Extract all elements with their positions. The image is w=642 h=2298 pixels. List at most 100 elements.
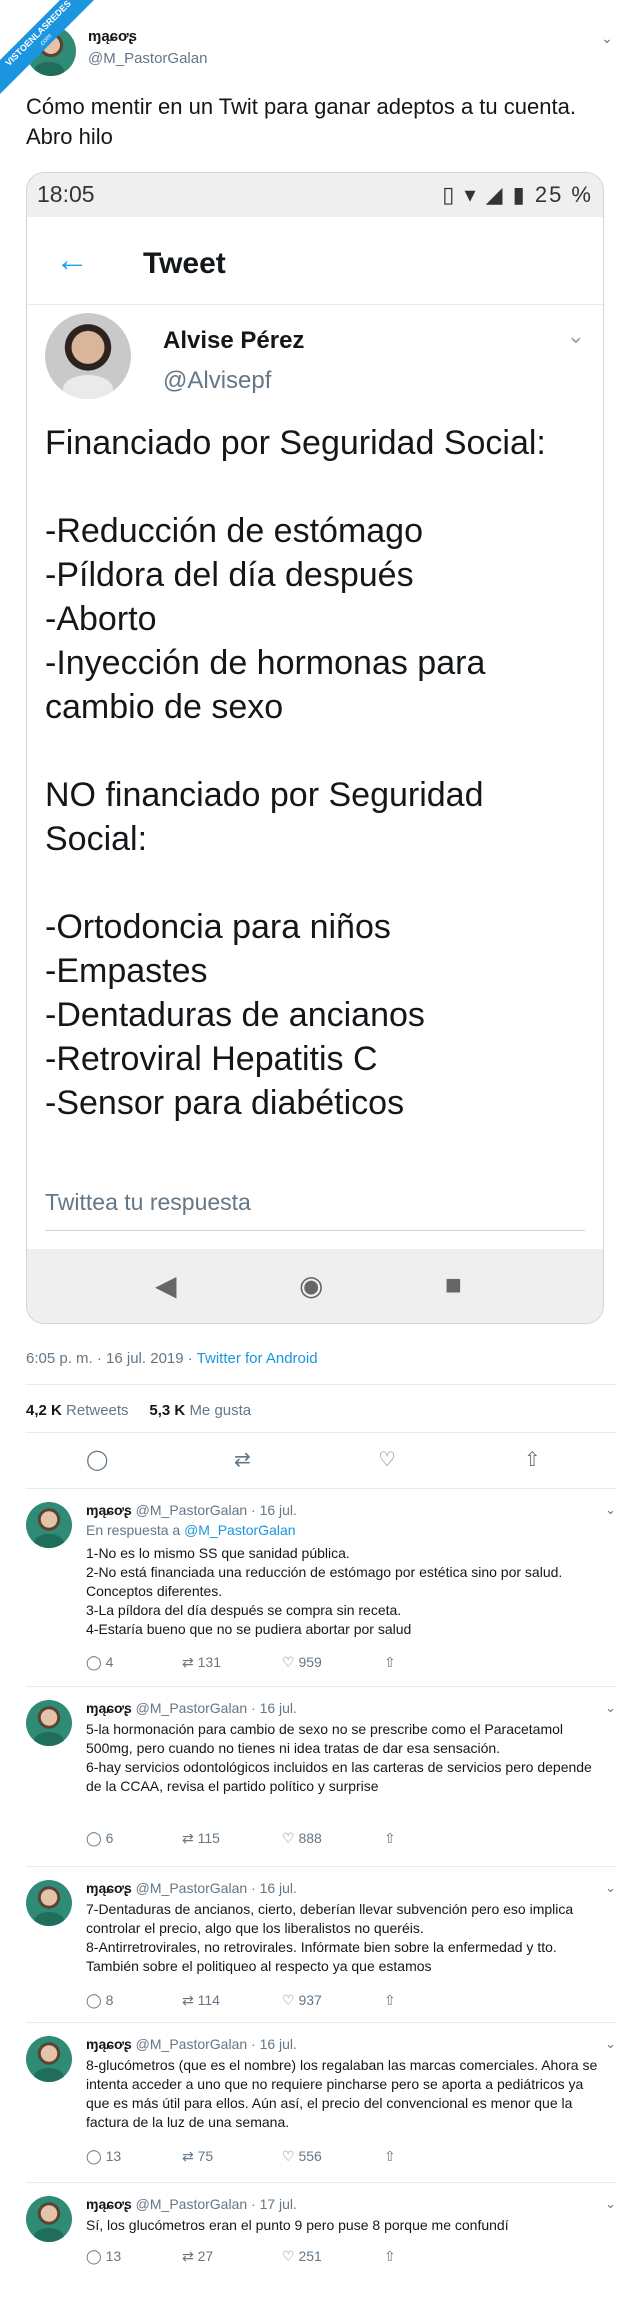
- reply-actions: ◯ 8 ⇄ 114 ♡ 937 ⇧: [86, 1992, 506, 2012]
- tweet-header: ɱąɕơʂ @M_PastorGalan ⌄: [26, 20, 616, 76]
- chevron-down-icon[interactable]: ⌄: [598, 30, 616, 48]
- divider: [26, 1432, 616, 1433]
- body-line: NO financiado por Seguridad: [45, 776, 484, 814]
- heart-icon[interactable]: ♡ 888: [282, 1830, 322, 1847]
- reply-actions: ◯ 6 ⇄ 115 ♡ 888 ⇧: [86, 1830, 506, 1850]
- app-bar-title: Tweet: [143, 247, 226, 280]
- nav-back-icon: ◀: [155, 1270, 177, 1301]
- body-line: [45, 861, 585, 905]
- heart-icon[interactable]: ♡ 959: [282, 1654, 322, 1671]
- retweet-icon[interactable]: ⇄: [234, 1447, 251, 1472]
- nav-home-icon: ◉: [299, 1270, 324, 1301]
- reply-icon[interactable]: ◯ 4: [86, 1654, 113, 1671]
- body-line: -Ortodoncia para niños: [45, 908, 391, 946]
- reply-author[interactable]: ɱąɕơʂ: [86, 1880, 132, 1896]
- chevron-down-icon[interactable]: ⌄: [605, 2196, 616, 2212]
- embedded-screenshot: 18:05 ▯ ▾ ◢ ▮ 25 % ← Tweet Alvise Pérez …: [26, 172, 604, 1324]
- chevron-down-icon[interactable]: ⌄: [605, 1700, 616, 1716]
- reply-header: ɱąɕơʂ @M_PastorGalan · 17 jul.: [86, 2196, 297, 2212]
- chevron-down-icon[interactable]: ⌄: [605, 2036, 616, 2052]
- reply-tweet[interactable]: ɱąɕơʂ @M_PastorGalan · 16 jul. ⌄ 7-Denta…: [26, 1880, 616, 2030]
- reply-text: 8-glucómetros (que es el nombre) los reg…: [86, 2057, 602, 2130]
- timestamp: 6:05 p. m. · 16 jul. 2019 ·: [26, 1350, 197, 1367]
- reply-meta: @M_PastorGalan · 16 jul.: [135, 1502, 297, 1518]
- body-line: -Empastes: [45, 952, 208, 990]
- retweet-icon[interactable]: ⇄ 27: [182, 2248, 213, 2265]
- body-line: -Reducción de estómago: [45, 512, 424, 550]
- body-line: -Retroviral Hepatitis C: [45, 1040, 378, 1078]
- reply-tweet[interactable]: ɱąɕơʂ @M_PastorGalan · 16 jul. ⌄ 5-la ho…: [26, 1700, 616, 1850]
- divider: [26, 1686, 616, 1687]
- chevron-down-icon[interactable]: ⌄: [605, 1502, 616, 1518]
- android-nav-bar: ◀ ◉ ■: [27, 1249, 603, 1323]
- quoted-tweet-body: Financiado por Seguridad Social: -Reducc…: [45, 421, 585, 1125]
- divider: [26, 2182, 616, 2183]
- retweet-icon[interactable]: ⇄ 114: [182, 1992, 220, 2009]
- reply-icon[interactable]: ◯ 6: [86, 1830, 113, 1847]
- quoted-tweet-header: Alvise Pérez @Alvisepf ⌄: [45, 313, 585, 413]
- reply-icon[interactable]: ◯ 13: [86, 2248, 121, 2265]
- status-icons: ▯ ▾ ◢ ▮ 25 %: [442, 182, 593, 207]
- reply-tweet[interactable]: ɱąɕơʂ @M_PastorGalan · 17 jul. ⌄ Sí, los…: [26, 2196, 616, 2276]
- reply-text: Sí, los glucómetros eran el punto 9 pero…: [86, 2217, 509, 2233]
- reply-to: En respuesta a @M_PastorGalan: [86, 1522, 296, 1538]
- quoted-avatar: [45, 313, 131, 399]
- likes-label[interactable]: Me gusta: [189, 1402, 251, 1419]
- reply-tweet[interactable]: ɱąɕơʂ @M_PastorGalan · 16 jul. ⌄ 8-glucó…: [26, 2036, 616, 2166]
- reply-author[interactable]: ɱąɕơʂ: [86, 1502, 132, 1518]
- reply-text: 7-Dentaduras de ancianos, cierto, deberí…: [86, 1901, 574, 1974]
- avatar[interactable]: [26, 1700, 72, 1746]
- body-line: cambio de sexo: [45, 688, 284, 726]
- reply-icon[interactable]: ◯: [86, 1447, 108, 1472]
- reply-to-handle[interactable]: @M_PastorGalan: [184, 1522, 295, 1538]
- quoted-author-handle: @Alvisepf: [163, 367, 272, 394]
- share-icon[interactable]: ⇧: [384, 1654, 396, 1671]
- divider: [26, 1866, 616, 1867]
- retweet-icon[interactable]: ⇄ 131: [182, 1654, 221, 1671]
- reply-tweet[interactable]: ɱąɕơʂ @M_PastorGalan · 16 jul. ⌄ En resp…: [26, 1502, 616, 1670]
- avatar[interactable]: [26, 2036, 72, 2082]
- reply-author[interactable]: ɱąɕơʂ: [86, 2036, 132, 2052]
- tweet-meta: 6:05 p. m. · 16 jul. 2019 · Twitter for …: [26, 1350, 318, 1367]
- user-handle[interactable]: @M_PastorGalan: [88, 50, 207, 67]
- reply-header: ɱąɕơʂ @M_PastorGalan · 16 jul.: [86, 2036, 297, 2052]
- reply-actions: ◯ 13 ⇄ 27 ♡ 251 ⇧: [86, 2248, 506, 2268]
- share-icon[interactable]: ⇧: [384, 2248, 396, 2265]
- body-line: -Sensor para diabéticos: [45, 1084, 405, 1122]
- retweet-icon[interactable]: ⇄ 75: [182, 2148, 213, 2165]
- heart-icon[interactable]: ♡: [378, 1447, 396, 1472]
- share-icon[interactable]: ⇧: [384, 1830, 396, 1847]
- body-line: -Dentaduras de ancianos: [45, 996, 425, 1034]
- reply-author[interactable]: ɱąɕơʂ: [86, 2196, 132, 2212]
- body-line: -Inyección de hormonas para: [45, 644, 486, 682]
- reply-author[interactable]: ɱąɕơʂ: [86, 1700, 132, 1716]
- share-icon[interactable]: ⇧: [384, 1992, 396, 2009]
- share-icon[interactable]: ⇧: [384, 2148, 396, 2165]
- heart-icon[interactable]: ♡ 556: [282, 2148, 322, 2165]
- nav-recents-icon: ■: [445, 1269, 462, 1300]
- watermark-ribbon: VISTOENLASREDES .com: [0, 0, 96, 96]
- reply-icon[interactable]: ◯ 13: [86, 2148, 121, 2165]
- avatar[interactable]: [26, 1502, 72, 1548]
- divider: [26, 1384, 616, 1385]
- avatar[interactable]: [26, 2196, 72, 2242]
- heart-icon[interactable]: ♡ 251: [282, 2248, 322, 2265]
- quoted-author-name: Alvise Pérez: [163, 327, 305, 354]
- chevron-down-icon[interactable]: ⌄: [605, 1880, 616, 1896]
- retweet-icon[interactable]: ⇄ 115: [182, 1830, 220, 1847]
- retweets-count[interactable]: 4,2 K: [26, 1402, 62, 1419]
- tweet-stats: 4,2 K Retweets 5,3 K Me gusta: [26, 1402, 251, 1419]
- avatar[interactable]: [26, 1880, 72, 1926]
- reply-text: 1-No es lo mismo SS que sanidad pública.…: [86, 1545, 563, 1637]
- divider: [26, 2022, 616, 2023]
- heart-icon[interactable]: ♡ 937: [282, 1992, 322, 2009]
- retweets-label[interactable]: Retweets: [66, 1402, 129, 1419]
- share-icon[interactable]: ⇧: [524, 1447, 541, 1472]
- reply-meta: @M_PastorGalan · 17 jul.: [135, 2196, 297, 2212]
- body-line: -Aborto: [45, 600, 157, 638]
- reply-meta: @M_PastorGalan · 16 jul.: [135, 1700, 297, 1716]
- source-link[interactable]: Twitter for Android: [197, 1350, 318, 1367]
- reply-placeholder: Twittea tu respuesta: [45, 1189, 585, 1231]
- reply-icon[interactable]: ◯ 8: [86, 1992, 113, 2009]
- likes-count[interactable]: 5,3 K: [149, 1402, 185, 1419]
